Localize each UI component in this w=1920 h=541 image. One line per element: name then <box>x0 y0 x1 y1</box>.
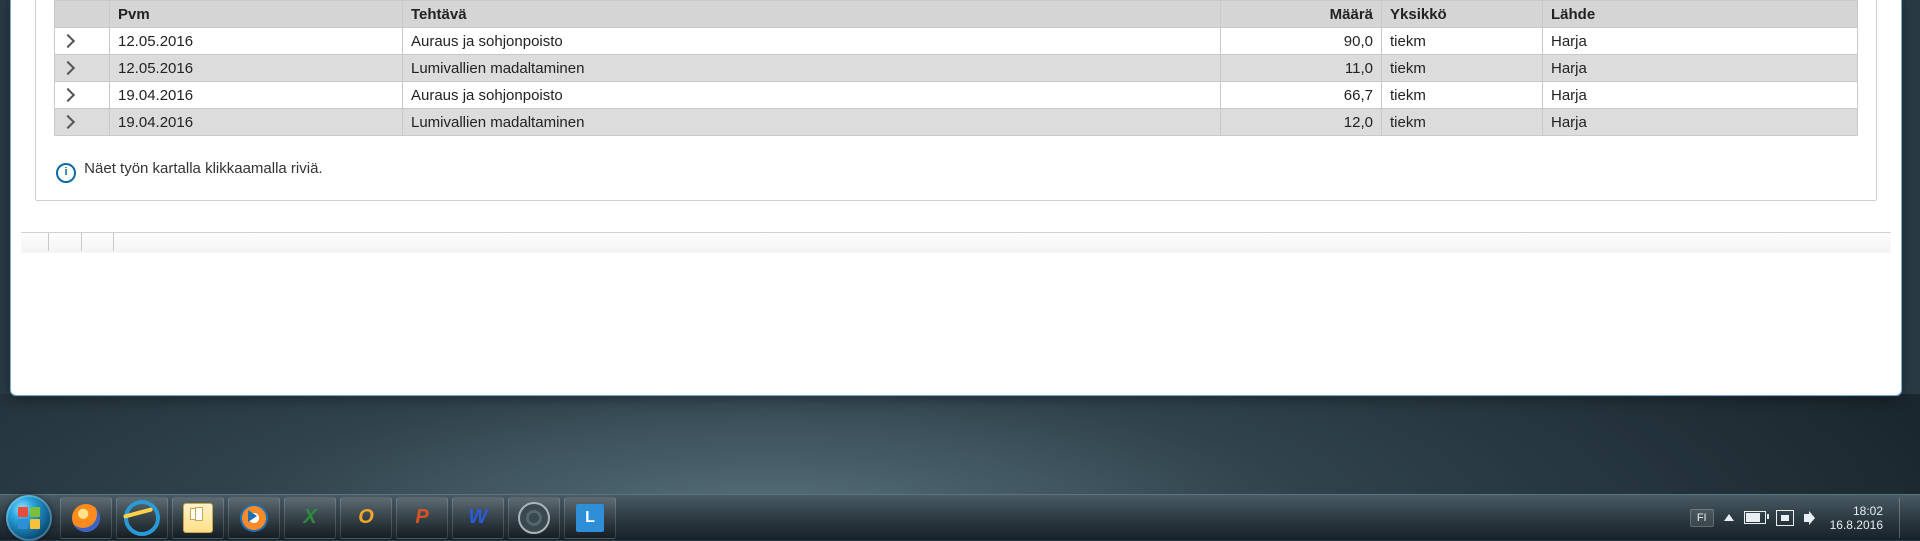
browser-window: Kokonaishintaisten töiden toteumat Pvm T… <box>10 0 1902 396</box>
amount-cell: 90,0 <box>1221 28 1382 55</box>
taskbar-firefox[interactable] <box>60 497 112 539</box>
chevron-right-icon <box>61 114 75 128</box>
source-cell: Harja <box>1543 28 1858 55</box>
amount-cell: 11,0 <box>1221 55 1382 82</box>
taskbar-ie[interactable] <box>116 497 168 539</box>
expand-cell[interactable] <box>55 82 110 109</box>
info-icon: i <box>56 163 76 183</box>
col-task-header: Tehtävä <box>403 1 1221 28</box>
ghost-tab[interactable] <box>21 233 49 251</box>
unit-cell: tiekm <box>1382 55 1543 82</box>
firefox-icon <box>72 504 100 532</box>
media-player-icon <box>240 504 268 532</box>
expand-cell[interactable] <box>55 109 110 136</box>
network-icon[interactable] <box>1776 510 1794 526</box>
taskbar-disc[interactable] <box>508 497 560 539</box>
work-table: Pvm Tehtävä Määrä Yksikkö Lähde 12.05.20… <box>54 0 1858 136</box>
date-cell: 19.04.2016 <box>110 109 403 136</box>
outlook-icon: O <box>352 504 380 532</box>
taskbar-powerpoint[interactable]: P <box>396 497 448 539</box>
show-hidden-icons[interactable] <box>1724 514 1734 521</box>
desktop-background <box>0 394 1920 494</box>
clock-date: 16.8.2016 <box>1830 518 1883 532</box>
taskbar-excel[interactable]: X <box>284 497 336 539</box>
powerpoint-icon: P <box>408 504 436 532</box>
taskbar-explorer[interactable] <box>172 497 224 539</box>
ghost-tab[interactable] <box>54 233 82 251</box>
show-desktop-button[interactable] <box>1899 498 1910 538</box>
task-cell: Auraus ja sohjonpoisto <box>403 28 1221 55</box>
clock-time: 18:02 <box>1853 504 1883 518</box>
table-row[interactable]: 19.04.2016Auraus ja sohjonpoisto66,7tiek… <box>55 82 1858 109</box>
source-cell: Harja <box>1543 82 1858 109</box>
ghost-tab[interactable] <box>86 233 114 251</box>
clock[interactable]: 18:02 16.8.2016 <box>1830 504 1883 532</box>
windows-logo-icon <box>18 507 40 529</box>
browser-tab-strip <box>21 232 1891 253</box>
unit-cell: tiekm <box>1382 109 1543 136</box>
disc-icon <box>518 502 550 534</box>
amount-cell: 12,0 <box>1221 109 1382 136</box>
col-unit-header: Yksikkö <box>1382 1 1543 28</box>
start-button[interactable] <box>6 495 52 541</box>
expand-cell[interactable] <box>55 28 110 55</box>
expand-cell[interactable] <box>55 55 110 82</box>
content-card: Kokonaishintaisten töiden toteumat Pvm T… <box>35 0 1877 201</box>
chevron-right-icon <box>61 60 75 74</box>
file-explorer-icon <box>183 503 213 533</box>
source-cell: Harja <box>1543 55 1858 82</box>
battery-icon[interactable] <box>1744 511 1766 524</box>
amount-cell: 66,7 <box>1221 82 1382 109</box>
chevron-right-icon <box>61 87 75 101</box>
col-expand-header <box>55 1 110 28</box>
task-cell: Lumivallien madaltaminen <box>403 55 1221 82</box>
table-header-row: Pvm Tehtävä Määrä Yksikkö Lähde <box>55 1 1858 28</box>
info-line: i Näet työn kartalla klikkaamalla riviä. <box>56 160 1858 183</box>
col-amount-header: Määrä <box>1221 1 1382 28</box>
taskbar: X O P W L FI 18:02 16.8.2016 <box>0 494 1920 540</box>
date-cell: 19.04.2016 <box>110 82 403 109</box>
task-cell: Auraus ja sohjonpoisto <box>403 82 1221 109</box>
language-indicator[interactable]: FI <box>1690 509 1714 527</box>
taskbar-outlook[interactable]: O <box>340 497 392 539</box>
word-icon: W <box>464 504 492 532</box>
taskbar-media-player[interactable] <box>228 497 280 539</box>
table-row[interactable]: 12.05.2016Auraus ja sohjonpoisto90,0tiek… <box>55 28 1858 55</box>
date-cell: 12.05.2016 <box>110 55 403 82</box>
col-date-header: Pvm <box>110 1 403 28</box>
table-row[interactable]: 19.04.2016Lumivallien madaltaminen12,0ti… <box>55 109 1858 136</box>
lync-icon: L <box>576 504 604 532</box>
system-tray: FI 18:02 16.8.2016 <box>1690 498 1916 538</box>
info-text: Näet työn kartalla klikkaamalla riviä. <box>84 160 322 177</box>
col-source-header: Lähde <box>1543 1 1858 28</box>
excel-icon: X <box>296 504 324 532</box>
chevron-right-icon <box>61 33 75 47</box>
unit-cell: tiekm <box>1382 82 1543 109</box>
date-cell: 12.05.2016 <box>110 28 403 55</box>
taskbar-word[interactable]: W <box>452 497 504 539</box>
taskbar-lync[interactable]: L <box>564 497 616 539</box>
volume-icon[interactable] <box>1804 511 1820 525</box>
source-cell: Harja <box>1543 109 1858 136</box>
table-row[interactable]: 12.05.2016Lumivallien madaltaminen11,0ti… <box>55 55 1858 82</box>
unit-cell: tiekm <box>1382 28 1543 55</box>
ie-icon <box>124 500 160 536</box>
task-cell: Lumivallien madaltaminen <box>403 109 1221 136</box>
